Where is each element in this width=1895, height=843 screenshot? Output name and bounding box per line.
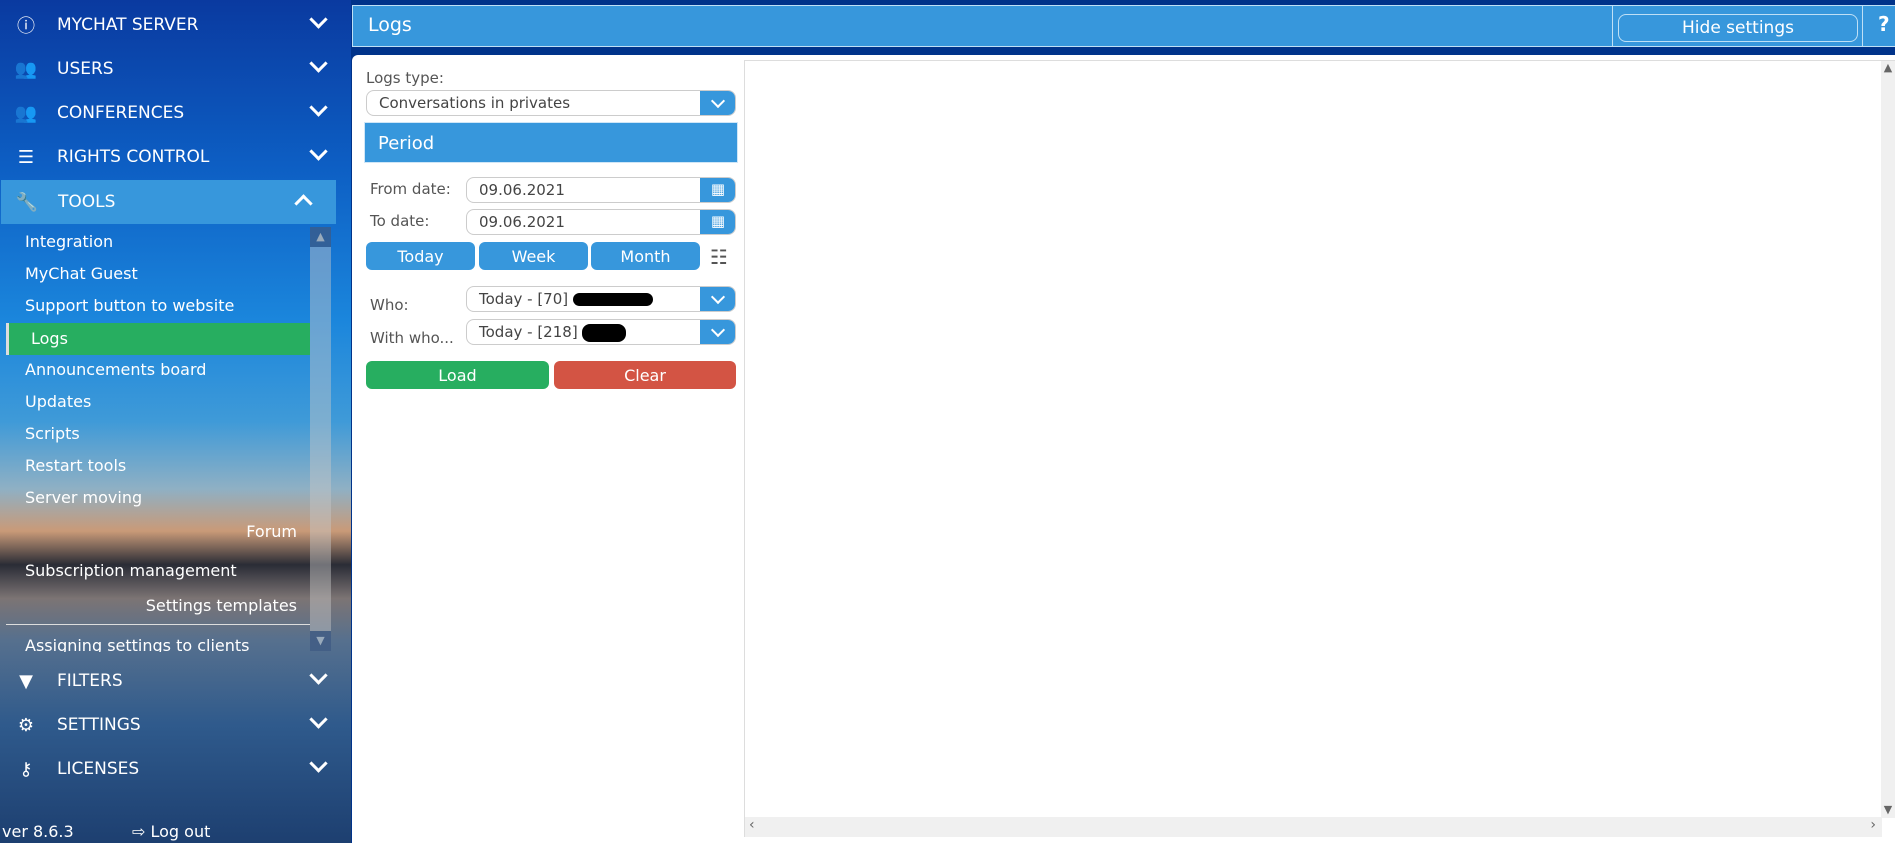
- key-icon: ⚷: [19, 758, 33, 780]
- section-rights-control[interactable]: ☰ RIGHTS CONTROL: [0, 135, 351, 179]
- menu-item-support-button[interactable]: Support button to website: [25, 296, 234, 315]
- help-icon[interactable]: ?: [1878, 12, 1890, 36]
- scroll-down-icon[interactable]: ▼: [1881, 803, 1895, 816]
- chevron-down-icon[interactable]: [700, 91, 735, 115]
- gears-icon: ⚙: [17, 714, 35, 736]
- to-date-label: To date:: [370, 212, 430, 230]
- sliders-icon[interactable]: ☷: [710, 245, 728, 269]
- submenu-scrollbar[interactable]: ▲ ▼: [310, 227, 331, 651]
- chevron-up-icon: [294, 194, 313, 213]
- section-filters[interactable]: ▼ FILTERS: [0, 659, 351, 703]
- calendar-icon[interactable]: ▦: [700, 210, 735, 234]
- menu-item-scripts[interactable]: Scripts: [25, 424, 80, 443]
- from-date-input[interactable]: 09.06.2021 ▦: [466, 177, 736, 203]
- info-icon: ⓘ: [17, 16, 35, 37]
- chevron-down-icon: [309, 54, 328, 73]
- who-select[interactable]: Today - [70]: [466, 286, 736, 312]
- log-output-area[interactable]: ▲ ▼ ‹ ›: [744, 60, 1895, 837]
- menu-item-forum[interactable]: Forum: [246, 522, 297, 541]
- redacted-name: [572, 293, 653, 306]
- chevron-down-icon: [309, 666, 328, 685]
- users-icon: 👥: [14, 58, 38, 80]
- section-conferences[interactable]: 👥 CONFERENCES: [0, 91, 351, 135]
- page-header: Logs Hide settings ?: [352, 5, 1895, 47]
- chevron-down-icon[interactable]: [700, 287, 735, 311]
- with-who-label: With who...: [370, 329, 454, 347]
- section-users[interactable]: 👥 USERS: [0, 47, 351, 91]
- filter-icon: ▼: [19, 670, 33, 692]
- scroll-down-icon[interactable]: ▼: [310, 631, 331, 651]
- logs-type-label: Logs type:: [366, 69, 444, 87]
- menu-item-updates[interactable]: Updates: [25, 392, 91, 411]
- logout-icon: ⇨: [132, 822, 146, 841]
- menu-item-settings-templates[interactable]: Settings templates: [146, 596, 297, 615]
- section-settings[interactable]: ⚙ SETTINGS: [0, 703, 351, 747]
- divider: [1612, 6, 1613, 46]
- to-date-input[interactable]: 09.06.2021 ▦: [466, 209, 736, 235]
- vertical-scrollbar[interactable]: ▲ ▼: [1881, 61, 1895, 818]
- chevron-down-icon: [309, 754, 328, 773]
- menu-item-mychat-guest[interactable]: MyChat Guest: [25, 264, 138, 283]
- logout-link[interactable]: ⇨ Log out: [132, 822, 210, 841]
- menu-item-server-moving[interactable]: Server moving: [25, 488, 142, 507]
- period-title: Period: [364, 122, 738, 163]
- redacted-name: [582, 323, 627, 342]
- scroll-up-icon[interactable]: ▲: [310, 227, 331, 247]
- version-label: ver 8.6.3: [2, 822, 74, 841]
- chevron-down-icon: [309, 710, 328, 729]
- menu-item-assigning-settings[interactable]: Assigning settings to clients: [25, 636, 250, 652]
- who-label: Who:: [370, 296, 409, 314]
- menu-item-integration[interactable]: Integration: [25, 232, 113, 251]
- list-icon: ☰: [17, 146, 35, 168]
- chevron-down-icon: [309, 98, 328, 117]
- section-mychat-server[interactable]: ⓘ MYCHAT SERVER: [0, 3, 351, 47]
- chevron-down-icon: [309, 10, 328, 29]
- hide-settings-button[interactable]: Hide settings: [1618, 14, 1858, 42]
- menu-item-restart-tools[interactable]: Restart tools: [25, 456, 126, 475]
- week-button[interactable]: Week: [479, 242, 588, 270]
- logs-panel: Logs type: Conversations in privates Per…: [352, 55, 1895, 843]
- section-licenses[interactable]: ⚷ LICENSES: [0, 747, 351, 791]
- with-who-select[interactable]: Today - [218]: [466, 319, 736, 345]
- month-button[interactable]: Month: [591, 242, 700, 270]
- page-title: Logs: [368, 14, 412, 36]
- horizontal-scrollbar[interactable]: ‹ ›: [745, 817, 1882, 837]
- divider: [6, 624, 310, 625]
- load-button[interactable]: Load: [366, 361, 549, 389]
- scroll-right-icon[interactable]: ›: [1870, 817, 1876, 833]
- conferences-icon: 👥: [14, 102, 38, 124]
- menu-item-announcements[interactable]: Announcements board: [25, 360, 206, 379]
- clear-button[interactable]: Clear: [554, 361, 736, 389]
- from-date-label: From date:: [370, 180, 451, 198]
- section-tools[interactable]: 🔧 TOOLS: [1, 180, 336, 224]
- menu-item-subscription[interactable]: Subscription management: [25, 561, 237, 580]
- chevron-down-icon: [309, 142, 328, 161]
- today-button[interactable]: Today: [366, 242, 475, 270]
- scroll-left-icon[interactable]: ‹: [749, 817, 755, 833]
- sidebar: ⓘ MYCHAT SERVER 👥 USERS 👥 CONFERENCES ☰ RIGH…: [0, 0, 351, 843]
- menu-item-logs[interactable]: Logs: [6, 323, 310, 355]
- chevron-down-icon[interactable]: [700, 320, 735, 344]
- divider: [1862, 6, 1863, 46]
- scroll-up-icon[interactable]: ▲: [1881, 61, 1895, 74]
- calendar-icon[interactable]: ▦: [700, 178, 735, 202]
- logs-type-select[interactable]: Conversations in privates: [366, 90, 736, 116]
- wrench-icon: 🔧: [15, 191, 39, 213]
